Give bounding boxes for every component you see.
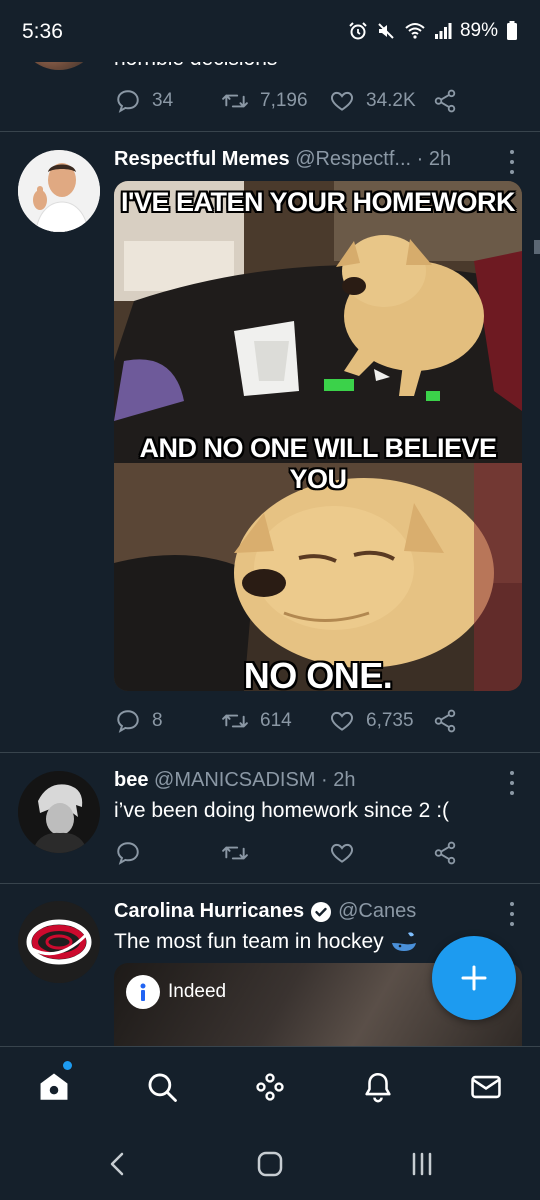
nav-home[interactable] xyxy=(34,1061,74,1107)
tweet-text: i’ve been doing homework since 2 :( xyxy=(114,799,450,822)
new-posts-dot xyxy=(63,1061,72,1070)
meme-caption-middle: AND NO ONE WILL BELIEVE YOU xyxy=(139,433,497,494)
system-navigation-bar xyxy=(0,1128,540,1200)
scrollbar-thumb[interactable] xyxy=(534,240,540,254)
tweet-header: bee @MANICSADISM · 2h xyxy=(114,769,492,792)
recents-icon xyxy=(412,1152,432,1176)
heart-icon xyxy=(331,843,353,863)
battery-icon xyxy=(507,21,517,40)
meme-caption-top: I'VE EATEN YOUR HOMEWORK xyxy=(121,187,515,217)
retweet-icon xyxy=(222,94,248,108)
home-square-icon xyxy=(257,1151,283,1177)
avatar-image xyxy=(18,771,100,853)
compose-tweet-button[interactable] xyxy=(432,936,516,1020)
author-handle[interactable]: @Respectf... xyxy=(295,148,411,170)
tweet-image[interactable]: I'VE EATEN YOUR HOMEWORK AND NO ONE WILL… xyxy=(114,181,522,691)
retweet-button[interactable]: 614 xyxy=(220,708,292,734)
share-button[interactable] xyxy=(432,88,458,114)
system-recents-button[interactable] xyxy=(402,1146,442,1182)
author-name[interactable]: Carolina Hurricanes xyxy=(114,900,304,923)
nav-notifications[interactable] xyxy=(358,1067,398,1107)
hurricanes-logo-icon xyxy=(18,901,100,983)
author-handle[interactable]: @Canes xyxy=(338,900,416,923)
card-badge[interactable]: Indeed xyxy=(126,975,226,1009)
like-button[interactable]: 6,735 xyxy=(328,708,414,734)
heart-icon xyxy=(331,711,353,731)
avatar[interactable] xyxy=(18,771,100,853)
wifi-icon xyxy=(405,23,425,39)
like-count: 6,735 xyxy=(366,710,414,731)
search-icon xyxy=(148,1073,177,1102)
retweet-button[interactable]: 7,196 xyxy=(220,88,308,114)
like-button[interactable]: 34.2K xyxy=(328,88,416,114)
share-button[interactable] xyxy=(432,840,458,866)
alarm-icon xyxy=(349,22,367,40)
reply-button[interactable] xyxy=(114,840,142,866)
heart-icon xyxy=(331,91,353,111)
plus-icon xyxy=(461,965,487,991)
tweet-actions: 8 614 6,735 xyxy=(114,708,464,738)
tweet-actions xyxy=(114,840,464,870)
share-icon xyxy=(434,841,456,865)
more-options-icon[interactable] xyxy=(506,902,518,926)
status-bar: 5:36 89% xyxy=(0,0,540,62)
bottom-navigation xyxy=(0,1046,540,1128)
timeline-feed: horrible decisions 34 7,196 34.2K xyxy=(0,0,540,1046)
reply-icon xyxy=(117,710,139,733)
tweet-2[interactable]: Respectful Memes @Respectf... · 2h I'VE … xyxy=(0,132,540,753)
nav-messages[interactable] xyxy=(466,1067,506,1107)
meme-panel-top xyxy=(114,181,522,463)
nav-search[interactable] xyxy=(142,1067,182,1107)
reply-count: 8 xyxy=(152,710,163,731)
retweet-button[interactable] xyxy=(220,840,250,866)
tweet-time: · 2h xyxy=(321,769,356,791)
avatar[interactable] xyxy=(18,901,100,983)
like-button[interactable] xyxy=(328,840,356,866)
reply-button[interactable]: 8 xyxy=(114,708,163,734)
status-icons: 89% xyxy=(348,20,518,42)
system-back-button[interactable] xyxy=(98,1146,138,1182)
mail-icon xyxy=(471,1075,501,1099)
meme-caption-bottom: NO ONE. xyxy=(243,655,393,691)
tweet-header: Respectful Memes @Respectf... · 2h xyxy=(114,148,492,171)
tweet-header: Carolina Hurricanes @Canes xyxy=(114,900,492,923)
card-badge-label: Indeed xyxy=(168,981,227,1002)
bell-icon xyxy=(365,1072,391,1103)
system-home-button[interactable] xyxy=(250,1146,290,1182)
nav-spaces[interactable] xyxy=(250,1067,290,1107)
retweet-icon xyxy=(222,714,248,728)
avatar[interactable] xyxy=(18,150,100,232)
author-name[interactable]: bee xyxy=(114,769,148,791)
more-options-icon[interactable] xyxy=(506,150,518,174)
tweet-3[interactable]: bee @MANICSADISM · 2h i’ve been doing ho… xyxy=(0,753,540,884)
indeed-logo-icon xyxy=(126,975,160,1009)
tweet-actions: 34 7,196 34.2K xyxy=(114,88,464,118)
retweet-count: 7,196 xyxy=(260,90,308,111)
reply-button[interactable]: 34 xyxy=(114,88,173,114)
chevron-left-icon xyxy=(110,1152,124,1176)
share-icon xyxy=(434,709,456,733)
battery-percent: 89% xyxy=(459,20,498,41)
reply-icon xyxy=(117,90,139,113)
verified-badge-icon xyxy=(311,901,332,922)
home-icon xyxy=(40,1073,68,1100)
like-count: 34.2K xyxy=(366,90,416,111)
more-options-icon[interactable] xyxy=(506,771,518,795)
avatar-image xyxy=(18,150,100,232)
retweet-icon xyxy=(222,846,248,860)
reply-count: 34 xyxy=(152,90,174,111)
whale-emoji-icon xyxy=(391,932,416,951)
mute-icon xyxy=(378,23,394,39)
share-button[interactable] xyxy=(432,708,458,734)
share-icon xyxy=(434,89,456,113)
author-name[interactable]: Respectful Memes xyxy=(114,148,290,170)
retweet-count: 614 xyxy=(260,710,292,731)
signal-icon xyxy=(434,23,452,39)
tweet-text-body: The most fun team in hockey xyxy=(114,930,384,953)
reply-icon xyxy=(117,842,139,865)
status-time: 5:36 xyxy=(22,20,63,43)
tweet-time: · 2h xyxy=(416,148,452,170)
author-handle[interactable]: @MANICSADISM xyxy=(154,769,315,791)
spaces-icon xyxy=(256,1073,284,1101)
